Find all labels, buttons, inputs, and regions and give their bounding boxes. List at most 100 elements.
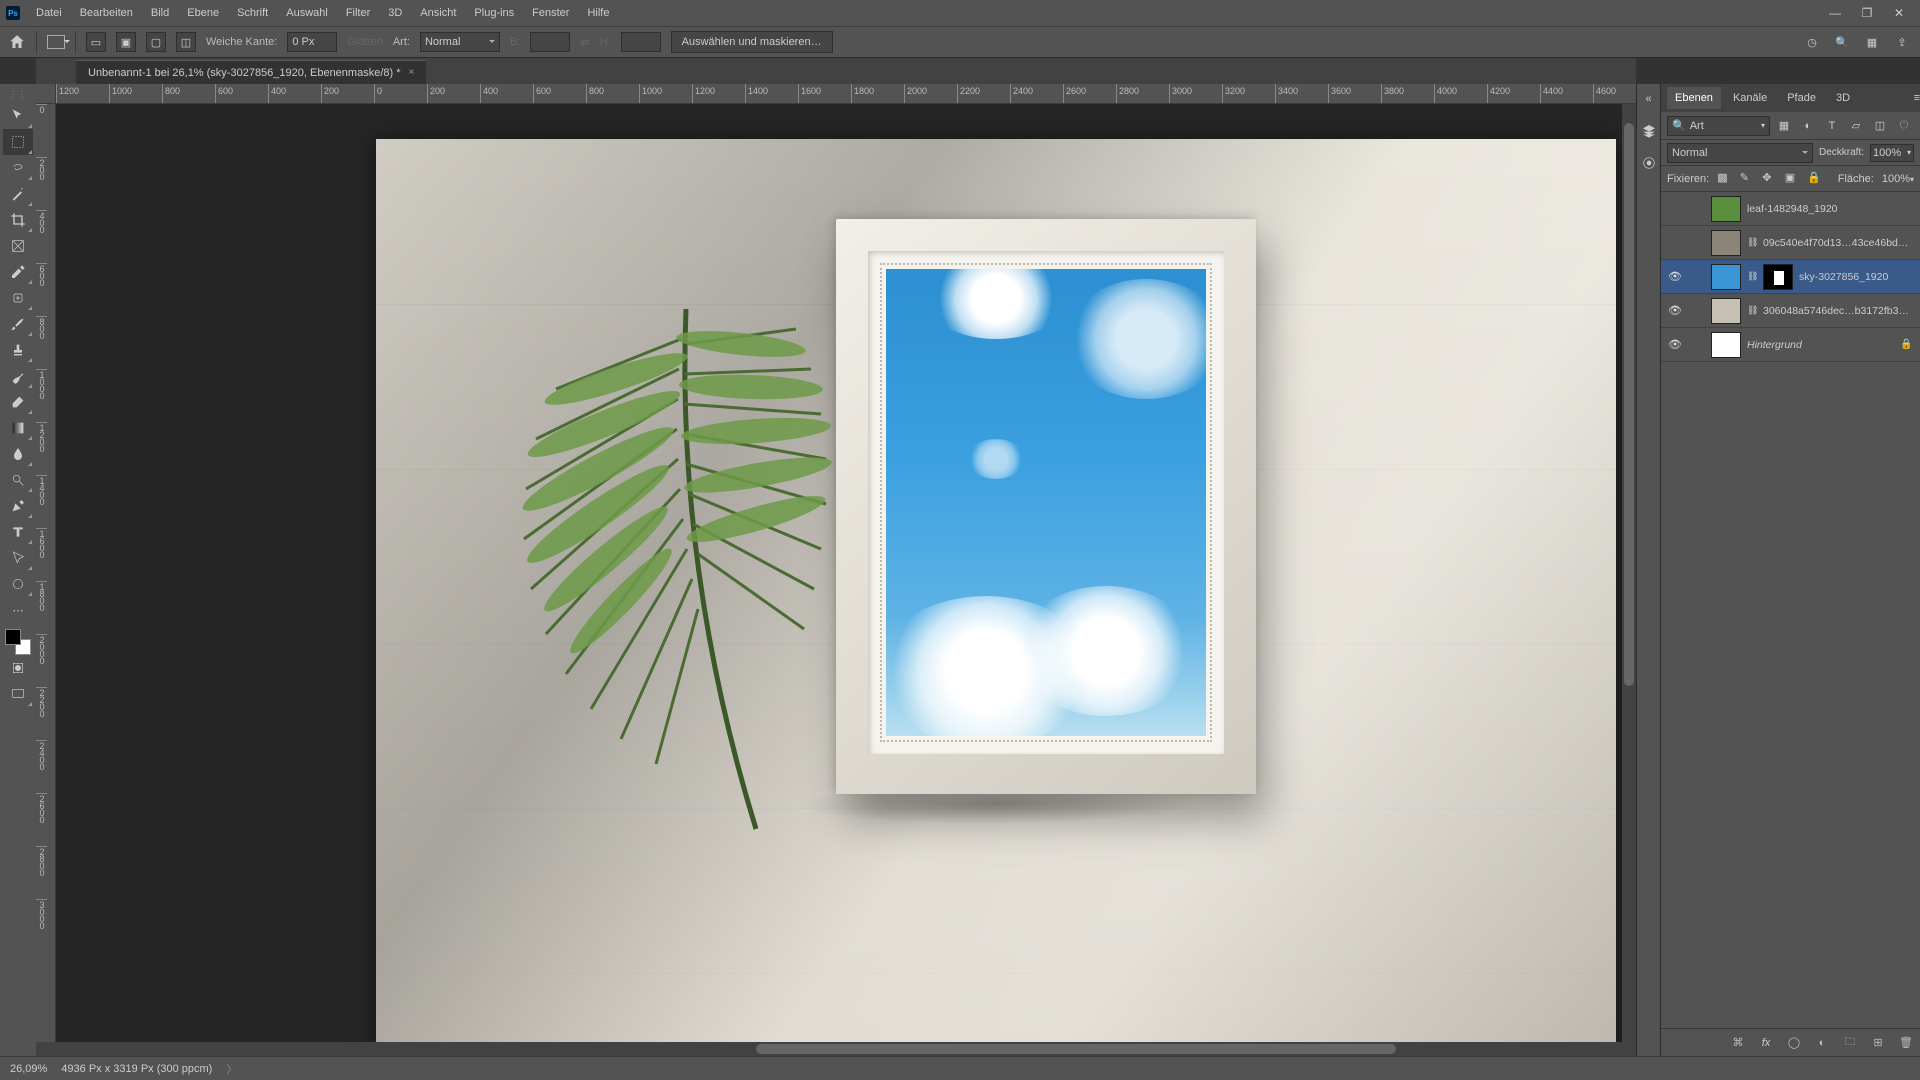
select-and-mask-button[interactable]: Auswählen und maskieren…: [671, 31, 833, 53]
tab-channels[interactable]: Kanäle: [1725, 87, 1775, 109]
filter-shape-icon[interactable]: ▱: [1846, 116, 1866, 136]
layer-name[interactable]: 09c540e4f70d13…43ce46bd18f3f2: [1763, 237, 1914, 249]
layer-row[interactable]: 👁Hintergrund🔒: [1661, 328, 1920, 362]
screen-mode-icon[interactable]: [3, 681, 33, 707]
filter-smart-icon[interactable]: ◫: [1870, 116, 1890, 136]
close-button[interactable]: ✕: [1884, 6, 1914, 20]
marquee-tool[interactable]: [3, 129, 33, 155]
color-swatches[interactable]: [5, 629, 31, 655]
info-more-icon[interactable]: 〉: [226, 1061, 237, 1077]
lasso-tool[interactable]: [3, 155, 33, 181]
style-select[interactable]: Normal: [420, 32, 500, 52]
share-icon[interactable]: ⇪: [1892, 32, 1912, 52]
link-layers-icon[interactable]: ⌘: [1730, 1035, 1746, 1051]
crop-tool[interactable]: [3, 207, 33, 233]
mask-icon[interactable]: ◯: [1786, 1035, 1802, 1051]
layer-name[interactable]: 306048a5746dec…b3172fb3a6c08: [1763, 305, 1914, 317]
tab-paths[interactable]: Pfade: [1779, 87, 1824, 109]
workspace-icon[interactable]: ▦: [1862, 32, 1882, 52]
visibility-toggle-icon[interactable]: 👁: [1667, 337, 1683, 353]
type-tool[interactable]: [3, 519, 33, 545]
vertical-scrollbar[interactable]: [1622, 104, 1636, 1042]
layers-stack-icon[interactable]: [1640, 122, 1658, 140]
blend-mode-select[interactable]: Normal: [1667, 143, 1813, 163]
horizontal-scrollbar[interactable]: [36, 1042, 1636, 1056]
visibility-toggle-icon[interactable]: [1667, 201, 1683, 217]
feather-input[interactable]: 0 Px: [287, 32, 337, 52]
menu-item[interactable]: Ansicht: [412, 3, 464, 23]
restore-button[interactable]: ❐: [1852, 6, 1882, 20]
new-layer-icon[interactable]: ⊞: [1870, 1035, 1886, 1051]
menu-item[interactable]: Fenster: [524, 3, 577, 23]
ruler-horizontal[interactable]: 1200100080060040020002004006008001000120…: [56, 84, 1636, 104]
move-tool[interactable]: [3, 103, 33, 129]
ruler-vertical[interactable]: 0200400600800100012001400160018002000220…: [36, 104, 56, 1056]
layer-filter-search[interactable]: 🔍 Art ▾: [1667, 116, 1770, 136]
layer-thumbnail[interactable]: [1711, 298, 1741, 324]
delete-layer-icon[interactable]: 🗑: [1898, 1035, 1914, 1051]
dodge-tool[interactable]: [3, 467, 33, 493]
layer-name[interactable]: leaf-1482948_1920: [1747, 203, 1914, 215]
layer-mask-thumbnail[interactable]: [1763, 264, 1793, 290]
brush-tool[interactable]: [3, 311, 33, 337]
properties-icon[interactable]: [1640, 154, 1658, 172]
lock-transparency-icon[interactable]: ▩: [1717, 171, 1732, 187]
close-tab-icon[interactable]: ×: [409, 67, 415, 78]
doc-info[interactable]: 4936 Px x 3319 Px (300 ppcm): [61, 1063, 212, 1075]
healing-tool[interactable]: [3, 285, 33, 311]
stamp-tool[interactable]: [3, 337, 33, 363]
search-icon[interactable]: 🔍: [1832, 32, 1852, 52]
frame-tool[interactable]: [3, 233, 33, 259]
menu-item[interactable]: Plug-ins: [466, 3, 522, 23]
gradient-tool[interactable]: [3, 415, 33, 441]
menu-item[interactable]: Filter: [338, 3, 378, 23]
zoom-display[interactable]: 26,09%: [10, 1063, 47, 1075]
menu-item[interactable]: Schrift: [229, 3, 276, 23]
lock-artboard-icon[interactable]: ▣: [1785, 171, 1800, 187]
pen-tool[interactable]: [3, 493, 33, 519]
eyedropper-tool[interactable]: [3, 259, 33, 285]
tab-3d[interactable]: 3D: [1828, 87, 1858, 109]
menu-item[interactable]: Hilfe: [579, 3, 617, 23]
layer-thumbnail[interactable]: [1711, 332, 1741, 358]
adjustment-icon[interactable]: ◐: [1814, 1035, 1830, 1051]
group-icon[interactable]: 🗀: [1842, 1035, 1858, 1051]
lock-all-icon[interactable]: 🔒: [1807, 171, 1822, 187]
path-select-tool[interactable]: [3, 545, 33, 571]
menu-item[interactable]: Bild: [143, 3, 177, 23]
document-canvas[interactable]: [376, 139, 1616, 1056]
layer-thumbnail[interactable]: [1711, 196, 1741, 222]
quick-mask-icon[interactable]: [3, 655, 33, 681]
visibility-toggle-icon[interactable]: 👁: [1667, 269, 1683, 285]
filter-type-icon[interactable]: T: [1822, 116, 1842, 136]
visibility-toggle-icon[interactable]: [1667, 235, 1683, 251]
filter-pixel-icon[interactable]: ▦: [1774, 116, 1794, 136]
layer-row[interactable]: 👁⛓sky-3027856_1920: [1661, 260, 1920, 294]
eraser-tool[interactable]: [3, 389, 33, 415]
fx-icon[interactable]: fx: [1758, 1035, 1774, 1051]
layer-name[interactable]: Hintergrund: [1747, 339, 1894, 351]
more-tools[interactable]: ⋯: [3, 597, 33, 623]
menu-item[interactable]: Bearbeiten: [72, 3, 141, 23]
selection-add-icon[interactable]: ▣: [116, 32, 136, 52]
home-icon[interactable]: [8, 33, 26, 51]
menu-item[interactable]: Datei: [28, 3, 70, 23]
layer-thumbnail[interactable]: [1711, 264, 1741, 290]
wand-tool[interactable]: [3, 181, 33, 207]
filter-adjust-icon[interactable]: ◐: [1798, 116, 1818, 136]
layer-row[interactable]: 👁⛓306048a5746dec…b3172fb3a6c08: [1661, 294, 1920, 328]
cloud-docs-icon[interactable]: ◷: [1802, 32, 1822, 52]
grip-icon[interactable]: ⋮⋮: [9, 90, 27, 99]
marquee-preset-icon[interactable]: [47, 35, 65, 49]
panel-menu-icon[interactable]: ≡: [1914, 92, 1920, 104]
selection-new-icon[interactable]: ▭: [86, 32, 106, 52]
opacity-input[interactable]: 100%▾: [1870, 144, 1914, 162]
shape-tool[interactable]: [3, 571, 33, 597]
document-tab[interactable]: Unbenannt-1 bei 26,1% (sky-3027856_1920,…: [76, 60, 426, 84]
layer-row[interactable]: ⛓09c540e4f70d13…43ce46bd18f3f2: [1661, 226, 1920, 260]
ruler-origin[interactable]: [36, 84, 56, 104]
selection-intersect-icon[interactable]: ◫: [176, 32, 196, 52]
minimize-button[interactable]: —: [1820, 6, 1850, 20]
tab-layers[interactable]: Ebenen: [1667, 87, 1721, 109]
lock-paint-icon[interactable]: ✎: [1740, 171, 1755, 187]
